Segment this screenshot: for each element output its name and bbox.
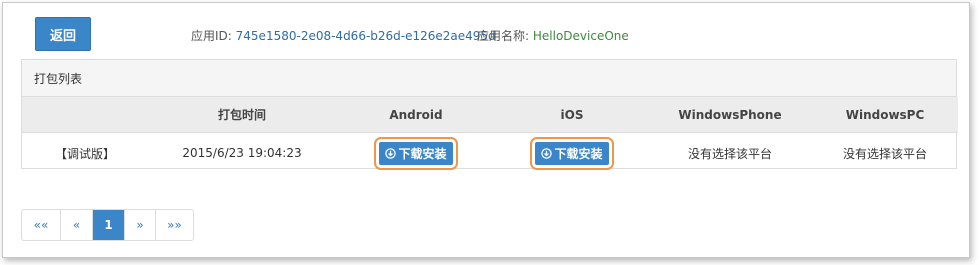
column-header-ios: iOS (496, 97, 648, 133)
column-header-windowsphone: WindowsPhone (648, 97, 812, 133)
app-id-info: 应用ID: 745e1580-2e08-4d66-b26d-e126e2ae49… (191, 27, 496, 44)
ios-download-highlight: 下载安装 (530, 136, 614, 170)
panel-title: 打包列表 (22, 60, 956, 97)
ios-download-label: 下载安装 (554, 146, 603, 161)
app-name-label: 应用名称: (477, 29, 530, 43)
pagination-page-1[interactable]: 1 (92, 210, 124, 240)
pagination-first[interactable]: «« (22, 210, 60, 240)
android-cell: 下载安装 (336, 133, 496, 174)
android-download-label: 下载安装 (398, 146, 447, 161)
app-id-label: 应用ID: (191, 29, 232, 43)
column-header-version (22, 97, 148, 133)
android-download-highlight: 下载安装 (374, 136, 458, 170)
table-row: 【调试版】 2015/6/23 19:04:23 下载安装 下载安装 没有选择该… (22, 133, 958, 174)
app-name-info: 应用名称: HelloDeviceOne (477, 27, 629, 44)
windowsphone-cell: 没有选择该平台 (687, 146, 772, 161)
pagination-prev[interactable]: « (60, 210, 92, 240)
pagination: «« « 1 » »» (21, 209, 194, 241)
table-header-row: 打包时间 Android iOS WindowsPhone WindowsPC (22, 97, 958, 133)
android-download-button[interactable]: 下载安装 (379, 141, 453, 165)
windowspc-cell: 没有选择该平台 (842, 146, 927, 161)
download-circle-icon (385, 147, 397, 159)
column-header-windowspc: WindowsPC (812, 97, 958, 133)
column-header-time: 打包时间 (148, 97, 336, 133)
package-table: 打包时间 Android iOS WindowsPhone WindowsPC … (22, 97, 958, 173)
ios-cell: 下载安装 (496, 133, 648, 174)
app-name-value: HelloDeviceOne (532, 29, 629, 43)
time-cell: 2015/6/23 19:04:23 (182, 146, 302, 160)
version-cell: 【调试版】 (54, 146, 115, 161)
download-circle-icon (541, 147, 553, 159)
pagination-next[interactable]: » (124, 210, 155, 240)
package-list-panel: 打包列表 打包时间 Android iOS WindowsPhone Windo… (21, 59, 958, 170)
pagination-last[interactable]: »» (155, 210, 193, 240)
ios-download-button[interactable]: 下载安装 (535, 141, 609, 165)
column-header-android: Android (336, 97, 496, 133)
back-button[interactable]: 返回 (35, 17, 91, 51)
app-window: 返回 应用ID: 745e1580-2e08-4d66-b26d-e126e2a… (2, 2, 970, 258)
app-id-value: 745e1580-2e08-4d66-b26d-e126e2ae495d (235, 29, 496, 43)
